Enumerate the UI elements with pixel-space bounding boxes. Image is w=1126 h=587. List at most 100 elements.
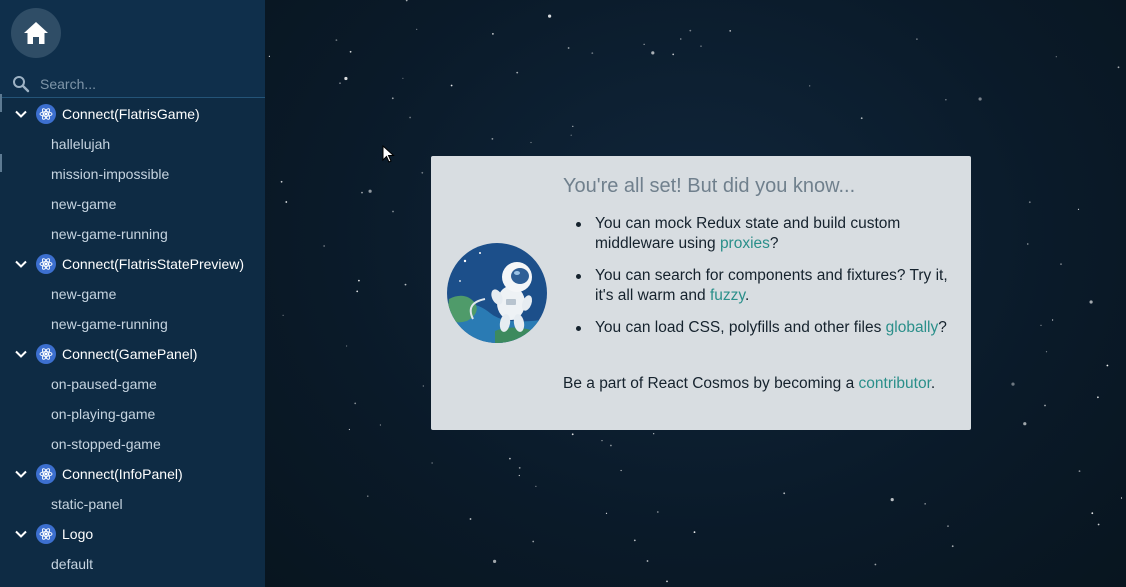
globally-link[interactable]: globally [886,319,939,336]
tip-text: You can search for components and fixtur… [595,267,948,304]
star [951,545,954,548]
star [572,125,574,127]
star [978,97,982,101]
mouse-cursor-icon [382,145,395,163]
star [349,50,352,53]
card-title: You're all set! But did you know... [563,175,856,197]
component-item[interactable]: Connect(FlatrisGame) [0,99,265,129]
star [693,531,696,533]
fixture-item[interactable]: mission-impossible [0,159,265,189]
star [344,76,348,81]
sidebar: Connect(FlatrisGame) hallelujahmission-im… [0,0,265,587]
star [392,210,394,213]
star [689,29,692,32]
fixture-item[interactable]: on-stopped-game [0,429,265,459]
fixture-item[interactable]: hallelujah [0,129,265,159]
home-icon [24,22,48,44]
fixture-item[interactable]: new-game [0,189,265,219]
component-name: Connect(FlatrisGame) [62,106,200,122]
star [339,82,341,84]
component-name: Connect(FlatrisStatePreview) [62,256,245,272]
star [700,45,702,47]
star [571,433,574,436]
star [610,444,612,447]
star [323,245,325,247]
main-panel: You're all set! But did you know... You … [265,0,1126,587]
star [532,540,535,543]
react-icon [36,344,56,364]
star [680,38,682,40]
star [1044,404,1046,407]
star [404,283,407,286]
chevron-down-icon[interactable] [14,107,28,121]
star [431,462,433,464]
contributor-link[interactable]: contributor [859,375,931,392]
home-button[interactable] [11,8,61,58]
fixture-item[interactable]: new-game-running [0,219,265,249]
star [653,433,655,435]
star [656,511,659,513]
contribute-text: Be a part of React Cosmos by becoming a … [563,374,958,394]
star [890,498,894,502]
component-name: Logo [62,526,94,542]
component-item[interactable]: Logo [0,519,265,549]
star [1077,208,1080,210]
star [874,563,877,566]
star [1097,523,1100,526]
star [1089,300,1093,304]
proxies-link[interactable]: proxies [720,235,770,252]
fuzzy-link[interactable]: fuzzy [710,287,745,304]
fixture-item[interactable]: static-panel [0,489,265,519]
component-item[interactable]: Connect(InfoPanel) [0,459,265,489]
star [509,457,511,460]
fixture-item[interactable]: on-paused-game [0,369,265,399]
star [361,191,363,194]
star [282,314,284,316]
star [354,402,357,405]
star [1011,382,1015,386]
star [402,77,404,79]
fixture-item[interactable]: default [0,549,265,579]
star [1055,56,1057,58]
component-item[interactable]: Connect(GamePanel) [0,339,265,369]
star [1060,263,1062,265]
tips-list: You can mock Redux state and build custo… [563,214,958,350]
chevron-down-icon[interactable] [14,467,28,481]
star [268,55,270,57]
fixture-item[interactable]: on-playing-game [0,399,265,429]
tip-text-end: ? [938,319,947,336]
fixture-item[interactable]: new-game-running [0,309,265,339]
star [643,43,645,45]
star [947,525,949,527]
sidebar-header [0,0,265,98]
star [672,53,675,56]
tip-item: You can load CSS, polyfills and other fi… [563,318,958,338]
tip-text-end: ? [769,235,779,252]
component-item[interactable]: Connect(FlatrisStatePreview) [0,249,265,279]
star [356,290,359,293]
star [548,14,552,18]
star [651,51,655,55]
star [924,503,926,505]
star [348,428,350,431]
search-row [0,70,265,98]
star [570,134,572,136]
star [469,518,472,520]
chevron-down-icon[interactable] [14,257,28,271]
star [605,512,608,514]
footer-text-end: . [930,375,936,392]
chevron-down-icon[interactable] [14,527,28,541]
star [860,117,863,120]
chevron-down-icon[interactable] [14,347,28,361]
search-input[interactable] [40,74,255,94]
star [666,580,668,583]
star [492,33,494,35]
tip-item: You can mock Redux state and build custo… [563,214,958,254]
react-icon [36,254,56,274]
fixture-item[interactable]: new-game [0,279,265,309]
star [620,469,622,472]
star [809,85,811,87]
star [591,52,594,54]
react-icon [36,104,56,124]
star [1027,243,1029,245]
